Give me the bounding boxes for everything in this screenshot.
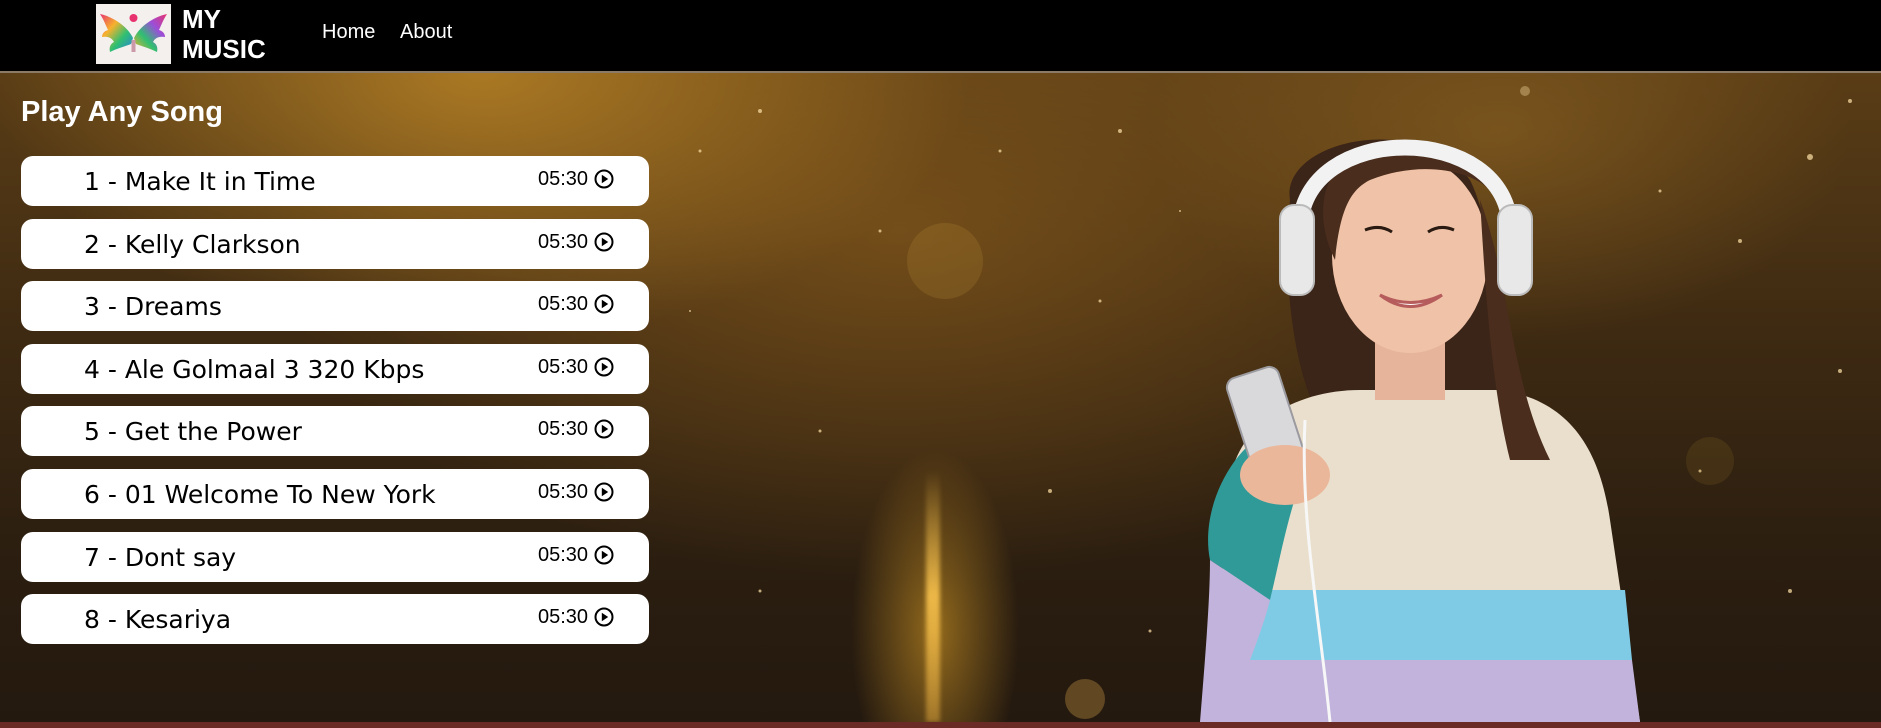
- brand-line-1: MY: [182, 4, 221, 34]
- song-title: 8 - Kesariya: [84, 605, 232, 635]
- song-title: 7 - Dont say: [84, 542, 237, 572]
- song-title: 3 - Dreams: [84, 292, 222, 322]
- light-beam: [926, 470, 940, 722]
- song-title: 1 - Make It in Time: [84, 167, 316, 196]
- song-duration: 05:30: [538, 355, 589, 378]
- song-item[interactable]: 1 - Make It in Time 05:30: [21, 156, 649, 206]
- song-item[interactable]: 3 - Dreams 05:30: [21, 281, 649, 332]
- song-item[interactable]: 6 - 01 Welcome To New York 05:30: [21, 468, 649, 519]
- song-duration: 05:30: [538, 480, 589, 503]
- divider: [0, 71, 1881, 73]
- song-duration: 05:30: [538, 418, 589, 441]
- song-title: 2 - Kelly Clarkson: [84, 229, 301, 259]
- song-title: 4 - Ale Golmaal 3 320 Kbps: [84, 354, 425, 384]
- play-circle-icon[interactable]: [594, 169, 614, 189]
- girl-with-headphones-image: [1200, 139, 1640, 722]
- play-circle-icon[interactable]: [594, 294, 614, 314]
- page-title: Play Any Song: [21, 96, 223, 128]
- song-duration: 05:30: [538, 293, 589, 316]
- play-circle-icon[interactable]: [594, 357, 614, 377]
- play-circle-icon[interactable]: [594, 545, 614, 565]
- song-item[interactable]: 7 - Dont say 05:30: [21, 531, 649, 582]
- nav-link-about[interactable]: About: [400, 21, 452, 44]
- song-title: 6 - 01 Welcome To New York: [84, 479, 436, 509]
- song-list: 1 - Make It in Time 05:30 2 - Kelly Clar…: [21, 156, 649, 657]
- song-item[interactable]: 4 - Ale Golmaal 3 320 Kbps 05:30: [21, 343, 649, 394]
- brand-name[interactable]: MY MUSIC: [182, 4, 266, 64]
- navbar: MY MUSIC Home About: [0, 0, 1881, 71]
- song-duration: 05:30: [538, 543, 589, 566]
- play-circle-icon[interactable]: [594, 232, 614, 252]
- song-item[interactable]: 8 - Kesariya 05:30: [21, 594, 649, 645]
- song-item[interactable]: 5 - Get the Power 05:30: [21, 406, 649, 457]
- song-item[interactable]: 2 - Kelly Clarkson 05:30: [21, 218, 649, 269]
- song-duration: 05:30: [538, 168, 589, 190]
- song-duration: 05:30: [538, 606, 589, 629]
- song-title: 5 - Get the Power: [84, 417, 302, 447]
- nav-link-home[interactable]: Home: [322, 21, 375, 44]
- play-circle-icon[interactable]: [594, 419, 614, 439]
- bottom-bar: [0, 722, 1881, 728]
- play-circle-icon[interactable]: [594, 482, 614, 502]
- brand-line-2: MUSIC: [182, 34, 266, 64]
- wings-logo-icon[interactable]: [96, 4, 171, 64]
- song-duration: 05:30: [538, 230, 589, 253]
- play-circle-icon[interactable]: [594, 607, 614, 627]
